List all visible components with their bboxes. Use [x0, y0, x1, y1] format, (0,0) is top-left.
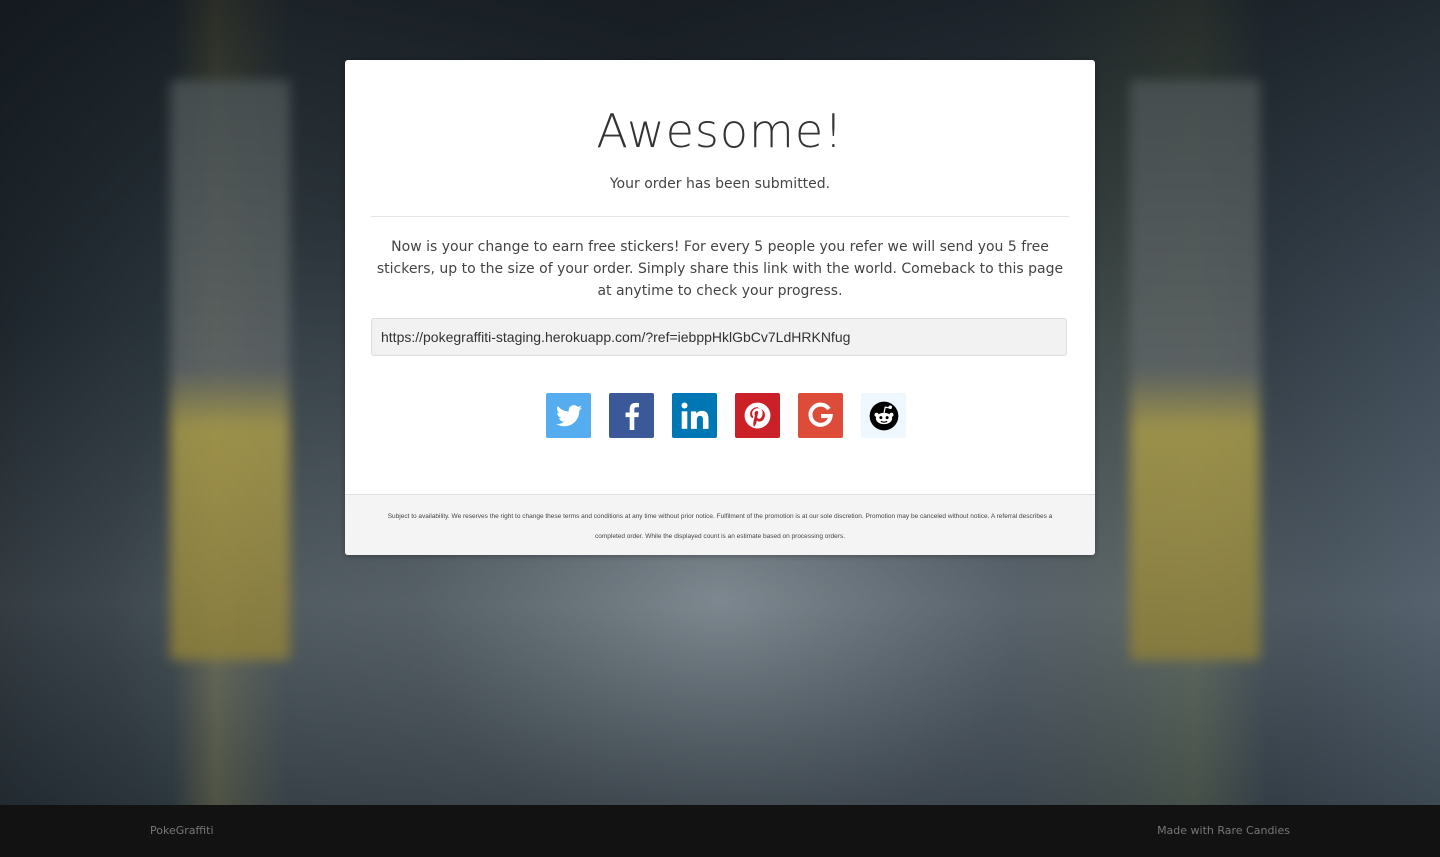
share-twitter-button[interactable]	[546, 393, 591, 438]
share-linkedin-button[interactable]	[672, 393, 717, 438]
reddit-icon	[869, 401, 898, 430]
footer-brand: PokeGraffiti	[150, 824, 214, 837]
background-pillar	[170, 80, 290, 660]
google-icon	[808, 402, 833, 427]
page-title: Awesome!	[596, 104, 844, 158]
pinterest-icon	[744, 402, 771, 429]
share-pinterest-button[interactable]	[735, 393, 780, 438]
share-facebook-button[interactable]	[609, 393, 654, 438]
terms-fine-print: Subject to availability. We reserves the…	[345, 494, 1095, 555]
background-pillar	[1130, 80, 1260, 660]
linkedin-icon	[680, 401, 709, 429]
share-buttons	[546, 393, 906, 438]
referral-description: Now is your change to earn free stickers…	[376, 239, 1064, 299]
referral-link-input[interactable]	[371, 318, 1067, 356]
share-reddit-button[interactable]	[861, 393, 906, 438]
order-status: Your order has been submitted.	[609, 176, 831, 192]
footer: PokeGraffiti Made with Rare Candies	[0, 805, 1440, 857]
divider	[371, 216, 1069, 217]
facebook-icon	[625, 402, 639, 430]
share-google-button[interactable]	[798, 393, 843, 438]
twitter-icon	[555, 404, 582, 426]
confirmation-card: Awesome! Your order has been submitted. …	[345, 60, 1095, 555]
footer-credit: Made with Rare Candies	[1157, 824, 1290, 837]
